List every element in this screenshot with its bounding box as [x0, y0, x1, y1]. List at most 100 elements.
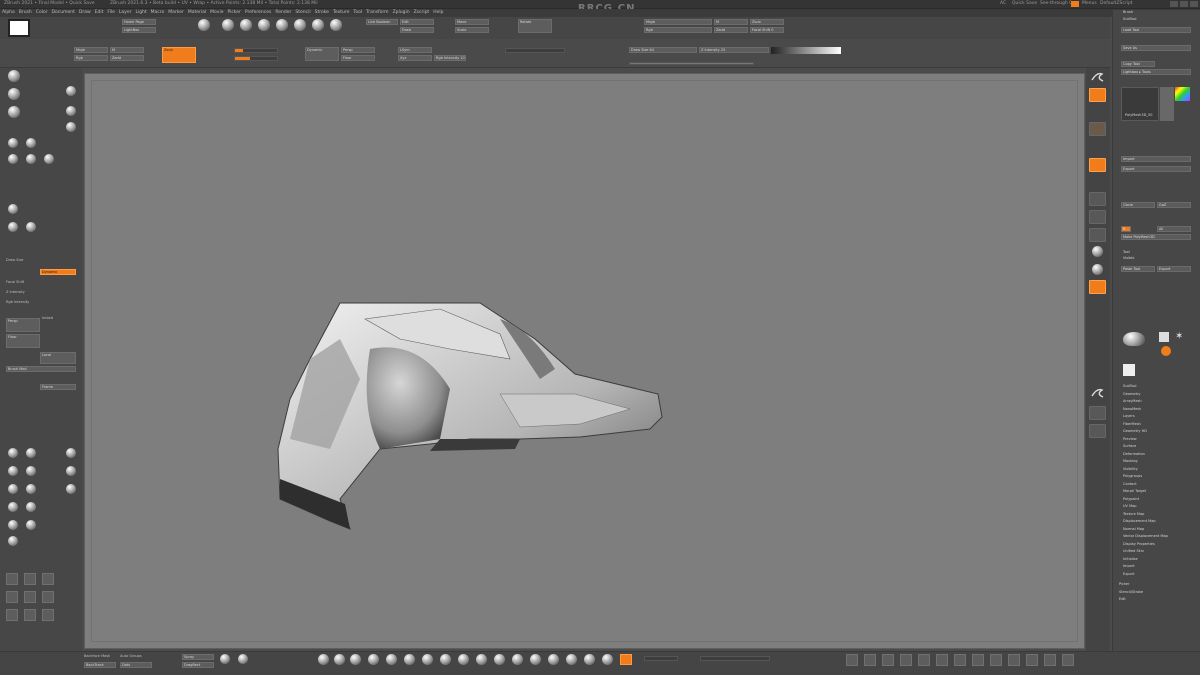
bottom-slider-a[interactable] — [644, 656, 678, 661]
bottom-right-icon[interactable] — [1008, 654, 1020, 666]
backtrack-button[interactable]: BackTrack — [84, 662, 116, 668]
material-icon-8[interactable] — [26, 484, 36, 494]
menu-item[interactable]: Tool — [351, 9, 364, 16]
left-floor-button[interactable]: Floor — [6, 334, 40, 348]
load-tool-button[interactable]: Load Tool — [1121, 27, 1191, 33]
brush-icon-clipcurve[interactable] — [8, 222, 18, 232]
move-mode-button[interactable]: Move — [455, 19, 489, 25]
spix-button[interactable] — [1089, 122, 1106, 136]
bottom-brush-icon[interactable] — [512, 654, 523, 665]
bottom-brush-icon[interactable] — [494, 654, 505, 665]
make-polymesh-button[interactable]: Make PolyMesh3D — [1121, 234, 1191, 240]
bottom-brush-icon[interactable] — [422, 654, 433, 665]
solo-button[interactable] — [1089, 424, 1106, 438]
brush-thumb-pinch[interactable] — [330, 19, 342, 31]
material-icon-9[interactable] — [66, 484, 76, 494]
bottom-right-icon[interactable] — [918, 654, 930, 666]
subtool-item[interactable]: NanoMesh — [1123, 407, 1141, 411]
z-intensity-slider[interactable] — [234, 48, 278, 53]
quicksave-button[interactable] — [1071, 1, 1079, 7]
bottom-slider-b[interactable] — [700, 656, 770, 661]
top-slider-a[interactable] — [505, 48, 565, 53]
menu-item[interactable]: Material — [186, 9, 208, 16]
bottom-right-icon[interactable] — [1062, 654, 1074, 666]
tool-thumb-2[interactable] — [1160, 87, 1174, 121]
close-button[interactable] — [1190, 1, 1198, 7]
rgb-toggle[interactable]: Rgb — [74, 55, 108, 61]
alpha-icon-7[interactable] — [6, 609, 18, 621]
live-boolean-button[interactable]: Live Boolean — [366, 19, 398, 25]
material-icon-4[interactable] — [8, 466, 18, 476]
alpha-icon-3[interactable] — [42, 573, 54, 585]
menu-item[interactable]: Stencil — [293, 9, 312, 16]
document-canvas[interactable] — [84, 73, 1085, 649]
local-button[interactable] — [1089, 280, 1106, 294]
plane-thumb[interactable] — [1123, 364, 1135, 376]
draw-mode-button[interactable]: Draw — [400, 27, 434, 33]
subtool-item[interactable]: Preview — [1123, 437, 1137, 441]
menu-item[interactable]: Picker — [225, 9, 242, 16]
left-frame-button[interactable]: Frame — [40, 384, 76, 390]
bottom-right-icon[interactable] — [936, 654, 948, 666]
floor-icon[interactable] — [1092, 264, 1103, 275]
subtool-item[interactable]: Initialize — [1123, 557, 1138, 561]
material-icon-7[interactable] — [8, 484, 18, 494]
bottom-brush-icon[interactable] — [368, 654, 379, 665]
material-icon-5[interactable] — [26, 466, 36, 476]
lsym-button[interactable]: LSym — [398, 47, 432, 53]
zsphere-icon[interactable] — [1161, 346, 1171, 356]
draw-size-slider[interactable] — [234, 56, 278, 61]
copy-tool-button[interactable]: Copy Tool — [1121, 61, 1155, 67]
subtool-item[interactable]: Contact — [1123, 482, 1137, 486]
menu-item[interactable]: Preferences — [243, 9, 273, 16]
material-icon-1[interactable] — [8, 448, 18, 458]
bottom-brush-icon[interactable] — [404, 654, 415, 665]
material-icon-2[interactable] — [26, 448, 36, 458]
brush-icon-slicecurve[interactable] — [26, 222, 36, 232]
transp-button[interactable] — [1089, 406, 1106, 420]
zoom-button[interactable] — [1089, 192, 1106, 206]
menu-item[interactable]: Marker — [166, 9, 186, 16]
bottom-right-icon[interactable] — [846, 654, 858, 666]
subtool-item[interactable]: Displacement Map — [1123, 519, 1156, 523]
minimize-button[interactable] — [1170, 1, 1178, 7]
subtool-item[interactable]: Polypaint — [1123, 497, 1139, 501]
material-icon-6[interactable] — [66, 466, 76, 476]
bottom-right-icon[interactable] — [1044, 654, 1056, 666]
color-picker-thumb[interactable] — [1175, 87, 1190, 101]
titlebar-right-2[interactable]: Quick Save — [1012, 1, 1037, 6]
subtool-item[interactable]: Morph Target — [1123, 489, 1146, 493]
scale-mode-button[interactable]: Scale — [455, 27, 489, 33]
brush-thumb-inflat[interactable] — [312, 19, 324, 31]
bottom-brush-icon[interactable] — [440, 654, 451, 665]
xyz-button[interactable]: Xyz — [398, 55, 432, 61]
persp-icon[interactable] — [1092, 246, 1103, 257]
bottom-brush-icon[interactable] — [386, 654, 397, 665]
menu-item[interactable]: Draw — [77, 9, 93, 16]
brush-thumb-standard[interactable] — [198, 19, 210, 31]
subtool-item[interactable]: FiberMesh — [1123, 422, 1141, 426]
home-page-button[interactable]: Home Page — [122, 19, 156, 25]
brush-icon-maskpen[interactable] — [44, 154, 54, 164]
tray-footer-stencil[interactable]: Stencil/Stroke — [1119, 590, 1143, 594]
subtool-item[interactable]: Polygroups — [1123, 474, 1142, 478]
menu-item[interactable]: Layer — [117, 9, 134, 16]
focal-shift-slider[interactable]: Focal Shift 0 — [750, 27, 784, 33]
z-intensity-field[interactable]: Z Intensity 25 — [699, 47, 769, 53]
alpha-icon-8[interactable] — [24, 609, 36, 621]
alpha-icon-4[interactable] — [6, 591, 18, 603]
left-brushmod-button[interactable]: Brush Mod — [6, 366, 76, 372]
bottom-brush-icon[interactable] — [566, 654, 577, 665]
bottom-right-icon[interactable] — [882, 654, 894, 666]
menu-item[interactable]: Color — [34, 9, 50, 16]
menu-item[interactable]: Movie — [208, 9, 225, 16]
subtool-item[interactable]: Geometry HD — [1123, 429, 1147, 433]
material-icon-10[interactable] — [8, 502, 18, 512]
subtool-item[interactable]: Layers — [1123, 414, 1135, 418]
clone-button[interactable]: Clone — [1121, 202, 1155, 208]
perspective-button[interactable]: Persp — [341, 47, 375, 53]
rotate-mode-button[interactable]: Rotate — [518, 19, 552, 33]
menu-item[interactable]: Zplugin — [391, 9, 412, 16]
edit-mode-button[interactable]: Edit — [400, 19, 434, 25]
subtool-item[interactable]: Texture Map — [1123, 512, 1144, 516]
